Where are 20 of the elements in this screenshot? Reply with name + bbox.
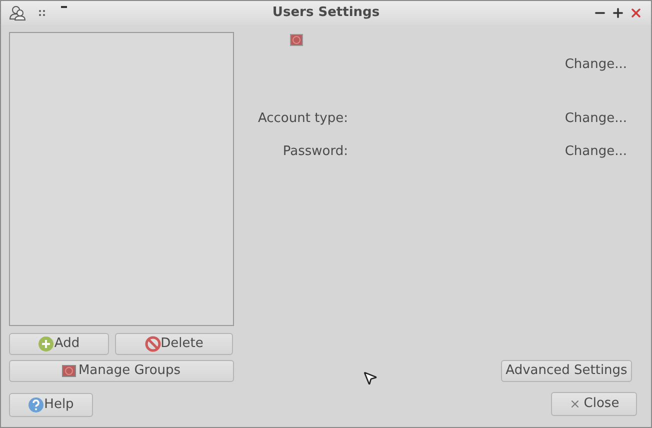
plus-circle-icon xyxy=(38,336,54,352)
mouse-pointer-icon xyxy=(362,370,378,386)
add-button[interactable]: Add xyxy=(9,333,109,355)
change-button[interactable]: Change... xyxy=(560,108,631,128)
manage-groups-button[interactable]: Manage Groups xyxy=(9,360,234,382)
delete-button[interactable]: Delete xyxy=(115,333,233,355)
window-title: Users Settings xyxy=(272,4,380,22)
help-icon xyxy=(28,397,44,413)
change-button[interactable]: Change... xyxy=(560,142,631,162)
advanced-settings-button[interactable]: Advanced Settings xyxy=(501,360,632,382)
maximize-icon[interactable] xyxy=(611,6,625,20)
users-icon xyxy=(9,5,27,21)
grip-icon[interactable] xyxy=(39,10,45,16)
field-label: Password: xyxy=(282,143,348,161)
change-button[interactable]: Change... xyxy=(560,55,631,74)
field-label: Account type: xyxy=(256,110,348,128)
help-button[interactable]: Help xyxy=(9,393,93,417)
close-icon xyxy=(568,398,581,410)
close-button[interactable]: Close xyxy=(551,392,637,416)
close-icon[interactable] xyxy=(629,6,643,20)
